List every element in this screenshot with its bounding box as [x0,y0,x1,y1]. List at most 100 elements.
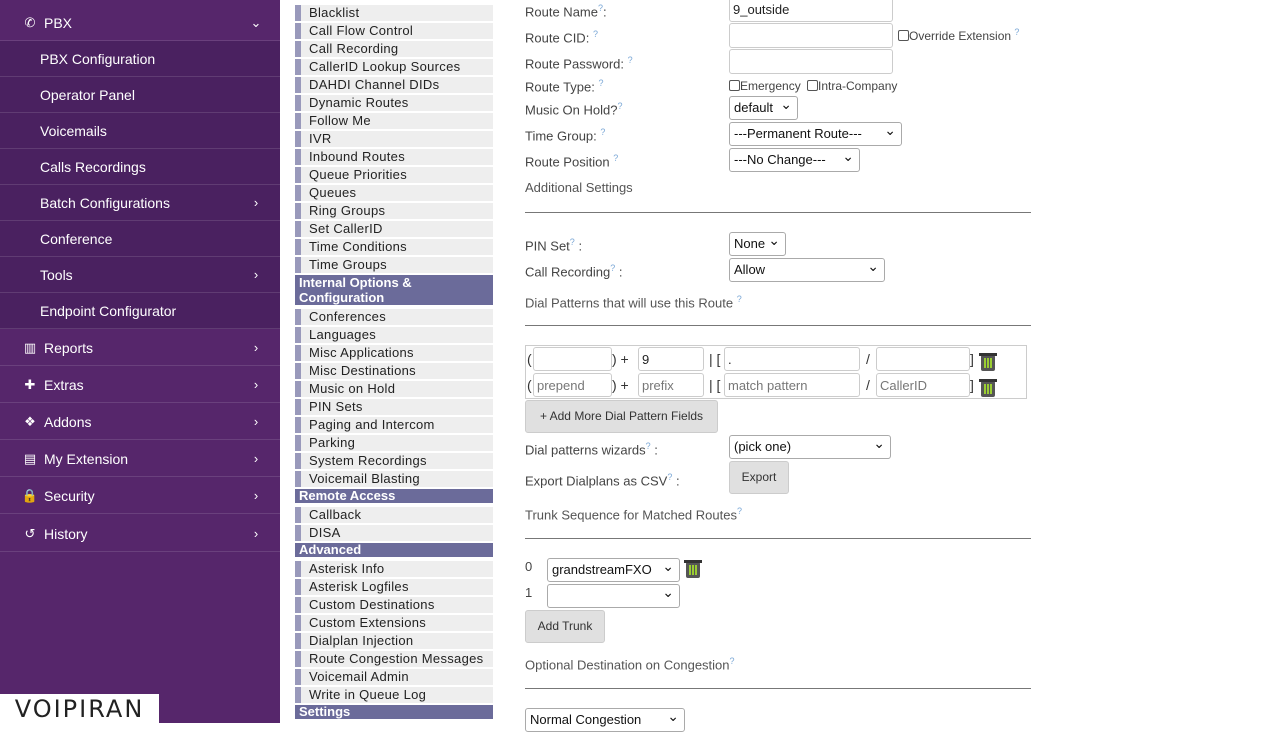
trunk-select[interactable] [547,581,680,608]
module-link[interactable]: Music on Hold [295,381,493,397]
help-icon[interactable]: ? [628,55,633,65]
trunk-sequence-heading: Trunk Sequence for Matched Routes? [525,506,742,523]
callerid-input[interactable] [876,347,970,371]
route-cid-input[interactable] [729,23,893,48]
module-link[interactable]: CallerID Lookup Sources [295,59,493,75]
module-link[interactable]: Asterisk Logfiles [295,579,493,595]
module-link[interactable]: Callback [295,507,493,523]
help-icon[interactable]: ? [646,441,651,451]
trash-icon[interactable] [979,353,997,371]
music-on-hold-select[interactable]: default [729,93,798,120]
module-link[interactable]: Inbound Routes [295,149,493,165]
module-link[interactable]: DAHDI Channel DIDs [295,77,493,93]
callerid-input[interactable]: CallerID [876,373,970,397]
dial-wizards-select[interactable]: (pick one) [729,432,891,459]
export-button[interactable]: Export [729,461,789,494]
sidebar-item-history[interactable]: ↺ History › [0,516,280,552]
sidebar-item-addons[interactable]: ❖ Addons › [0,404,280,440]
help-icon[interactable]: ? [1014,27,1019,37]
route-password-input[interactable] [729,49,893,74]
module-link[interactable]: Misc Destinations [295,363,493,379]
help-icon[interactable]: ? [737,294,742,304]
sidebar-item-my-extension[interactable]: ▤ My Extension › [0,441,280,477]
route-name-label: Route Name?: [525,3,607,20]
sidebar-item-pbx[interactable]: ✆ PBX ⌄ [0,5,280,41]
add-dial-pattern-button[interactable]: + Add More Dial Pattern Fields [525,400,718,433]
module-link[interactable]: Asterisk Info [295,561,493,577]
prefix-input[interactable]: prefix [638,373,704,397]
help-icon[interactable]: ? [613,153,618,163]
prefix-input[interactable]: 9 [638,347,704,371]
module-link[interactable]: Queues [295,185,493,201]
checkbox-box[interactable] [729,80,740,91]
chevron-right-icon: › [253,195,259,210]
checkbox-box[interactable] [898,30,909,41]
help-icon[interactable]: ? [600,127,605,137]
module-link[interactable]: Blacklist [295,5,493,21]
module-link[interactable]: System Recordings [295,453,493,469]
module-link[interactable]: Voicemail Blasting [295,471,493,487]
match-pattern-input[interactable]: match pattern [724,373,860,397]
route-name-input[interactable]: 9_outside [729,0,893,22]
module-link[interactable]: Call Recording [295,41,493,57]
module-link[interactable]: Call Flow Control [295,23,493,39]
checkbox-box[interactable] [807,80,818,91]
trunk-select[interactable]: grandstreamFXO [547,555,680,582]
sidebar-item-reports[interactable]: ▥ Reports › [0,330,280,366]
match-pattern-input[interactable]: . [724,347,860,371]
module-link[interactable]: IVR [295,131,493,147]
sidebar-item-pbx-configuration[interactable]: PBX Configuration [0,41,280,77]
module-link[interactable]: Set CallerID [295,221,493,237]
help-icon[interactable]: ? [667,472,672,482]
sidebar-item-tools[interactable]: Tools › [0,257,280,293]
sidebar-item-endpoint-configurator[interactable]: Endpoint Configurator [0,293,280,329]
sidebar-item-security[interactable]: 🔒 Security › [0,478,280,514]
sidebar-item-batch-configurations[interactable]: Batch Configurations › [0,185,280,221]
sidebar-item-calls-recordings[interactable]: Calls Recordings [0,149,280,185]
module-link[interactable]: Write in Queue Log [295,687,493,703]
call-recording-select[interactable]: Allow [729,255,885,282]
module-link[interactable]: Custom Extensions [295,615,493,631]
emergency-checkbox[interactable]: Emergency [729,79,801,93]
help-icon[interactable]: ? [617,101,622,111]
sidebar-item-extras[interactable]: ✚ Extras › [0,367,280,403]
help-icon[interactable]: ? [570,237,575,247]
module-link[interactable]: Time Groups [295,257,493,273]
help-icon[interactable]: ? [599,78,604,88]
trash-icon[interactable] [979,379,997,397]
module-link[interactable]: Time Conditions [295,239,493,255]
module-link[interactable]: Paging and Intercom [295,417,493,433]
sidebar-item-label: Tools [40,266,73,283]
congestion-select[interactable]: Normal Congestion [525,705,685,732]
time-group-select[interactable]: ---Permanent Route--- [729,119,902,146]
module-link[interactable]: Route Congestion Messages [295,651,493,667]
module-link[interactable]: DISA [295,525,493,541]
module-link[interactable]: Conferences [295,309,493,325]
override-extension-checkbox[interactable]: Override Extension ? [898,27,1019,43]
sidebar-item-voicemails[interactable]: Voicemails [0,113,280,149]
pin-set-select[interactable]: None [729,229,786,256]
route-position-select[interactable]: ---No Change--- [729,145,860,172]
module-link[interactable]: Parking [295,435,493,451]
module-link[interactable]: Voicemail Admin [295,669,493,685]
module-link[interactable]: Languages [295,327,493,343]
module-link[interactable]: Ring Groups [295,203,493,219]
module-link[interactable]: Misc Applications [295,345,493,361]
intra-company-checkbox[interactable]: Intra-Company [807,79,897,93]
help-icon[interactable]: ? [593,29,598,39]
module-link[interactable]: Queue Priorities [295,167,493,183]
module-link[interactable]: Custom Destinations [295,597,493,613]
help-icon[interactable]: ? [737,506,742,516]
module-link[interactable]: Follow Me [295,113,493,129]
trash-icon[interactable] [684,560,702,578]
module-link[interactable]: PIN Sets [295,399,493,415]
module-link[interactable]: Dynamic Routes [295,95,493,111]
help-icon[interactable]: ? [730,656,735,666]
sidebar-item-operator-panel[interactable]: Operator Panel [0,77,280,113]
help-icon[interactable]: ? [610,263,615,273]
add-trunk-button[interactable]: Add Trunk [525,610,605,643]
prepend-input[interactable]: prepend [533,373,612,397]
sidebar-item-conference[interactable]: Conference [0,221,280,257]
module-link[interactable]: Dialplan Injection [295,633,493,649]
prepend-input[interactable] [533,347,612,371]
